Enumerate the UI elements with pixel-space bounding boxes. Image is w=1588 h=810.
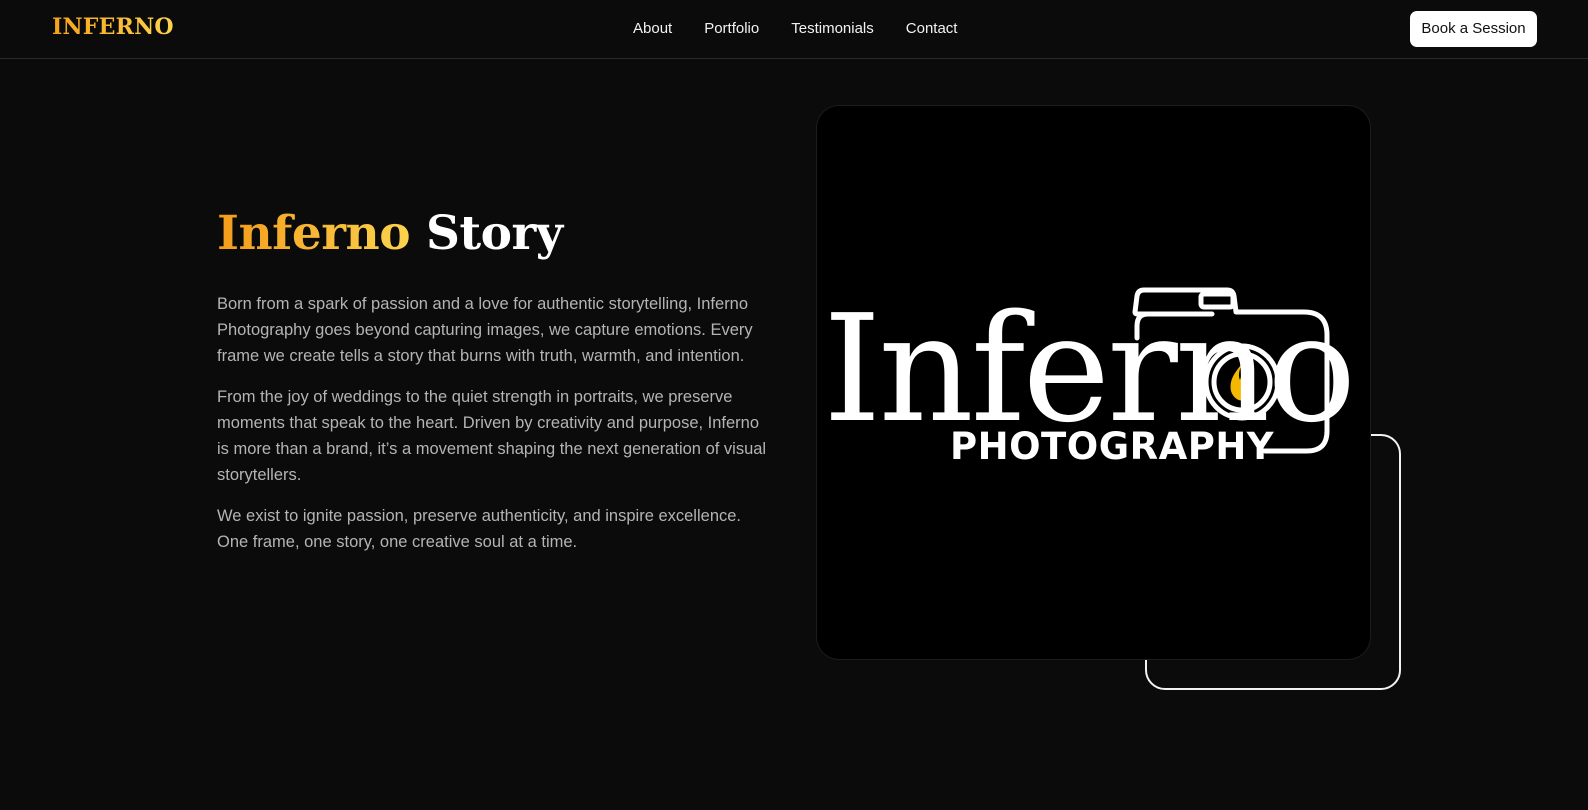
book-session-button[interactable]: Book a Session [1410, 11, 1537, 47]
story-heading-accent: Inferno [217, 206, 411, 261]
nav-link-testimonials[interactable]: Testimonials [791, 19, 874, 39]
story-section: Inferno Story Born from a spark of passi… [217, 205, 767, 570]
inferno-photography-logo: Inferno PHOTOGRAPHY [823, 283, 1356, 468]
story-paragraph: From the joy of weddings to the quiet st… [217, 388, 767, 484]
nav-link-about[interactable]: About [633, 19, 672, 39]
nav-link-portfolio[interactable]: Portfolio [704, 19, 759, 39]
brand-media: Inferno PHOTOGRAPHY [817, 106, 1401, 690]
nav-link-contact[interactable]: Contact [906, 19, 958, 39]
story-heading-rest: Story [425, 206, 563, 261]
story-heading: Inferno Story [217, 205, 767, 263]
main-navigation: About Portfolio Testimonials Contact [633, 19, 989, 39]
logo-image-card: Inferno PHOTOGRAPHY [817, 106, 1370, 659]
top-navigation-bar: INFERNO About Portfolio Testimonials Con… [0, 0, 1588, 59]
story-paragraph: Born from a spark of passion and a love … [217, 295, 753, 365]
story-paragraph: We exist to ignite passion, preserve aut… [217, 507, 742, 551]
brand-logo-link[interactable]: INFERNO [52, 14, 174, 40]
logo-subtitle: PHOTOGRAPHY [950, 425, 1275, 468]
